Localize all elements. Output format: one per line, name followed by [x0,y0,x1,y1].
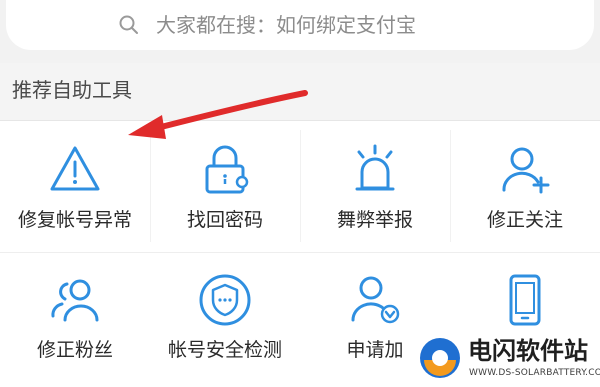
search-icon [119,15,138,34]
row-divider [0,252,600,253]
watermark: 电闪软件站 WWW.DS-SOLARBATTERY.COM [410,330,600,387]
tool-label: 修正粉丝 [36,339,113,361]
tool-label: 帐号安全检测 [167,339,282,361]
tool-tile-recover-password[interactable]: 找回密码 [150,122,300,252]
search-placeholder: 大家都在搜：如何绑定支付宝 [156,13,416,37]
user-verified-icon [351,276,400,324]
tool-label: 修正关注 [486,209,563,231]
tool-label: 找回密码 [186,209,263,231]
shield-icon [199,274,251,326]
warning-triangle-icon [50,146,100,191]
user-add-icon [502,147,550,194]
tool-label: 舞弊举报 [336,209,413,231]
tool-tile-fix-following[interactable]: 修正关注 [450,122,600,252]
tool-tile-account-security-check[interactable]: 帐号安全检测 [150,254,300,384]
tool-tile-fraud-report[interactable]: 舞弊举报 [300,122,450,252]
phone-icon [509,274,541,326]
users-group-icon [51,279,99,322]
tool-tile-fix-fans[interactable]: 修正粉丝 [0,254,150,384]
section-title: 推荐自助工具 [12,78,132,102]
tool-tile-fix-account[interactable]: 修复帐号异常 [0,122,150,252]
watermark-name: 电闪软件站 [468,337,588,365]
lock-icon [205,145,249,194]
alarm-siren-icon [355,144,395,191]
search-input[interactable]: 大家都在搜：如何绑定支付宝 [6,0,594,50]
watermark-url: WWW.DS-SOLARBATTERY.COM [469,368,600,378]
divider [0,120,600,121]
brand-logo-icon [420,338,460,378]
tool-label: 修复帐号异常 [17,209,132,231]
